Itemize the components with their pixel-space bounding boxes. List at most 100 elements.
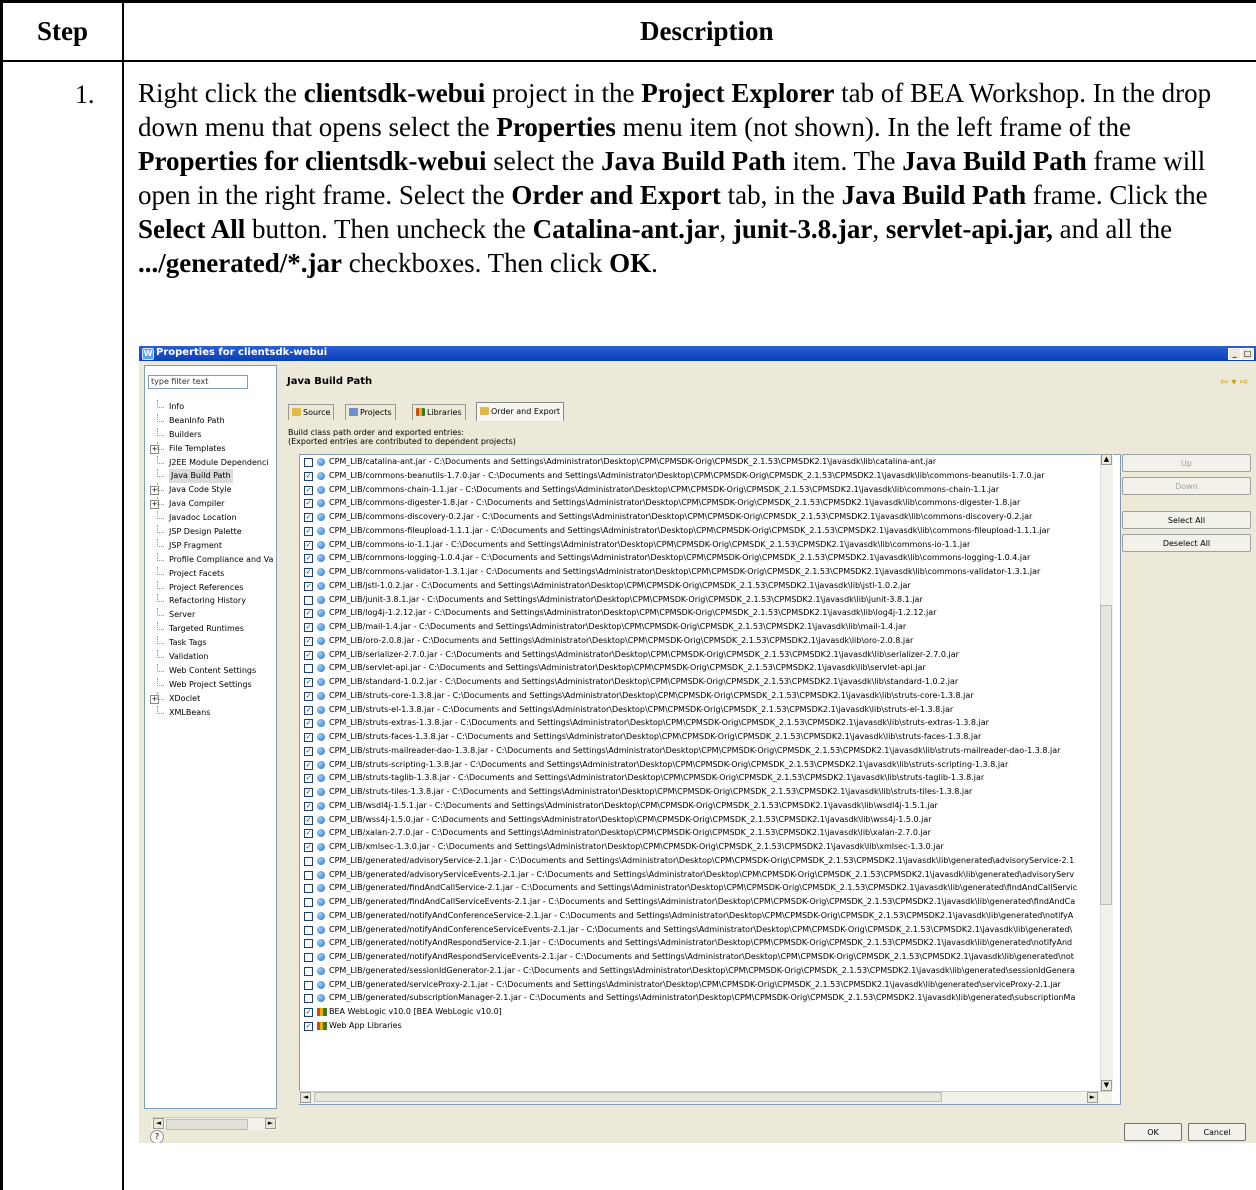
classpath-entry[interactable]: ✓ CPM_LIB/struts-mailreader-dao-1.3.8.jar… (300, 744, 1120, 758)
classpath-entry[interactable]: ✓ Web App Libraries (300, 1019, 1120, 1033)
scroll-right-arrow-icon[interactable]: ► (265, 1118, 276, 1129)
unchecked-checkbox[interactable] (304, 458, 313, 467)
tab-projects[interactable]: Projects (345, 404, 396, 420)
classpath-entry[interactable]: ✓ CPM_LIB/struts-tiles-1.3.8.jar - C:\Doc… (300, 785, 1120, 799)
select-all-button[interactable]: Select All (1122, 511, 1251, 529)
tree-item[interactable]: JSP Fragment (149, 538, 274, 553)
category-hscrollbar[interactable]: ◄ ► (151, 1117, 279, 1130)
checked-checkbox[interactable]: ✓ (304, 801, 313, 811)
classpath-entry[interactable]: ✓ CPM_LIB/commons-io-1.1.jar - C:\Documen… (300, 538, 1120, 552)
classpath-entry[interactable]: ✓ CPM_LIB/struts-taglib-1.3.8.jar - C:\Do… (300, 771, 1120, 785)
scroll-thumb[interactable] (166, 1119, 248, 1130)
tree-item[interactable]: + File Templates (149, 441, 274, 456)
classpath-entry[interactable]: CPM_LIB/generated/findAndCallService-2.1… (300, 881, 1120, 895)
tree-item[interactable]: Project Facets (149, 566, 274, 581)
unchecked-checkbox[interactable] (304, 870, 313, 880)
tree-item[interactable]: Server (149, 608, 274, 622)
classpath-entry[interactable]: CPM_LIB/generated/notifyAndConferenceSer… (300, 923, 1120, 937)
classpath-entry[interactable]: ✓ CPM_LIB/struts-core-1.3.8.jar - C:\Docu… (300, 689, 1120, 703)
checked-checkbox[interactable]: ✓ (304, 499, 313, 509)
tab-order-and-export[interactable]: Order and Export (476, 402, 565, 421)
tree-item[interactable]: JSP Design Palette (149, 525, 274, 539)
cancel-button[interactable]: Cancel (1188, 1123, 1246, 1141)
filter-input[interactable]: type filter text (148, 375, 248, 389)
tree-item[interactable]: Validation (149, 650, 274, 664)
back-forward-icon[interactable]: ⇦ ▾ ⇨ (1220, 377, 1248, 388)
dialog-titlebar[interactable]: W Properties for clientsdk-webui _ □ (139, 346, 1256, 361)
deselect-all-button[interactable]: Deselect All (1122, 534, 1251, 552)
unchecked-checkbox[interactable] (304, 953, 313, 962)
checked-checkbox[interactable]: ✓ (304, 746, 313, 756)
unchecked-checkbox[interactable] (304, 884, 313, 894)
unchecked-checkbox[interactable] (304, 856, 313, 866)
checked-checkbox[interactable]: ✓ (304, 540, 313, 550)
unchecked-checkbox[interactable] (304, 939, 313, 949)
classpath-entry[interactable]: CPM_LIB/generated/notifyAndConferenceSer… (300, 909, 1120, 923)
checked-checkbox[interactable]: ✓ (304, 568, 313, 577)
tree-item[interactable]: Targeted Runtimes (149, 622, 274, 636)
checked-checkbox[interactable]: ✓ (304, 719, 313, 729)
classpath-entry[interactable]: CPM_LIB/generated/subscriptionManager-2.… (300, 991, 1120, 1005)
checked-checkbox[interactable]: ✓ (304, 513, 313, 522)
checked-checkbox[interactable]: ✓ (304, 843, 313, 852)
classpath-entry[interactable]: CPM_LIB/generated/notifyAndRespondServic… (300, 950, 1120, 964)
classpath-entry[interactable]: ✓ CPM_LIB/wsdl4j-1.5.1.jar - C:\Documents… (300, 799, 1120, 813)
checked-checkbox[interactable]: ✓ (304, 829, 313, 839)
checked-checkbox[interactable]: ✓ (304, 471, 313, 481)
minimize-icon[interactable]: _ (1228, 348, 1241, 360)
classpath-entry[interactable]: ✓ CPM_LIB/oro-2.0.8.jar - C:\Documents an… (300, 634, 1120, 648)
tree-item[interactable]: BeanInfo Path (149, 413, 274, 428)
classpath-entry[interactable]: ✓ CPM_LIB/commons-discovery-0.2.jar - C:\… (300, 510, 1120, 524)
classpath-entry[interactable]: CPM_LIB/catalina-ant.jar - C:\Documents … (300, 455, 1120, 469)
tree-item[interactable]: Profile Compliance and Va (149, 552, 274, 567)
unchecked-checkbox[interactable] (304, 911, 313, 921)
tree-item[interactable]: Info (149, 400, 274, 414)
tree-item[interactable]: Web Project Settings (149, 677, 274, 692)
classpath-entry[interactable]: ✓ CPM_LIB/struts-scripting-1.3.8.jar - C:… (300, 758, 1120, 772)
classpath-entry[interactable]: ✓ CPM_LIB/jstl-1.0.2.jar - C:\Documents a… (300, 579, 1120, 593)
checked-checkbox[interactable]: ✓ (304, 691, 313, 701)
scroll-right-arrow-icon[interactable]: ► (1087, 1092, 1098, 1103)
unchecked-checkbox[interactable] (304, 925, 313, 935)
classpath-entry[interactable]: ✓ CPM_LIB/log4j-1.2.12.jar - C:\Documents… (300, 606, 1120, 620)
maximize-icon[interactable]: □ (1241, 348, 1254, 360)
classpath-entry[interactable]: CPM_LIB/generated/sessionIdGenerator-2.1… (300, 964, 1120, 978)
classpath-entry[interactable]: ✓ CPM_LIB/wss4j-1.5.0.jar - C:\Documents … (300, 813, 1120, 827)
unchecked-checkbox[interactable] (304, 994, 313, 1004)
checked-checkbox[interactable]: ✓ (304, 609, 313, 619)
tree-item[interactable]: Web Content Settings (149, 663, 274, 678)
classpath-entry[interactable]: ✓ CPM_LIB/commons-validator-1.3.1.jar - C… (300, 565, 1120, 579)
classpath-entry[interactable]: CPM_LIB/generated/findAndCallServiceEven… (300, 895, 1120, 909)
classpath-entry[interactable]: ✓ CPM_LIB/commons-digester-1.8.jar - C:\D… (300, 496, 1120, 510)
vertical-scroll-thumb[interactable] (1100, 605, 1112, 905)
checked-checkbox[interactable]: ✓ (304, 1008, 313, 1017)
classpath-entry[interactable]: CPM_LIB/generated/advisoryServiceEvents-… (300, 868, 1120, 882)
classpath-entry[interactable]: ✓ CPM_LIB/commons-beanutils-1.7.0.jar - C… (300, 469, 1120, 483)
checked-checkbox[interactable]: ✓ (304, 526, 313, 536)
classpath-entry[interactable]: ✓ BEA WebLogic v10.0 [BEA WebLogic v10.0] (300, 1005, 1120, 1019)
checked-checkbox[interactable]: ✓ (304, 485, 313, 495)
classpath-entry[interactable]: CPM_LIB/servlet-api.jar - C:\Documents a… (300, 661, 1120, 675)
checked-checkbox[interactable]: ✓ (304, 581, 313, 591)
checked-checkbox[interactable]: ✓ (304, 678, 313, 687)
unchecked-checkbox[interactable] (304, 664, 313, 674)
checked-checkbox[interactable]: ✓ (304, 554, 313, 564)
scroll-left-arrow-icon[interactable]: ◄ (300, 1092, 311, 1103)
classpath-entry[interactable]: ✓ CPM_LIB/standard-1.0.2.jar - C:\Documen… (300, 675, 1120, 689)
tab-libraries[interactable]: Libraries (412, 404, 466, 420)
scroll-left-arrow-icon[interactable]: ◄ (153, 1118, 164, 1129)
up-button[interactable]: Up (1122, 454, 1251, 472)
classpath-entry[interactable]: ✓ CPM_LIB/mail-1.4.jar - C:\Documents and… (300, 620, 1120, 634)
tree-item[interactable]: Task Tags (149, 636, 274, 650)
unchecked-checkbox[interactable] (304, 595, 313, 605)
unchecked-checkbox[interactable] (304, 966, 313, 976)
classpath-entry[interactable]: CPM_LIB/junit-3.8.1.jar - C:\Documents a… (300, 593, 1120, 607)
tree-item[interactable]: Builders (149, 427, 274, 442)
classpath-entry[interactable]: ✓ CPM_LIB/commons-logging-1.0.4.jar - C:\… (300, 551, 1120, 565)
checked-checkbox[interactable]: ✓ (304, 815, 313, 825)
classpath-entry[interactable]: ✓ CPM_LIB/struts-faces-1.3.8.jar - C:\Doc… (300, 730, 1120, 744)
down-button[interactable]: Down (1122, 477, 1251, 495)
checked-checkbox[interactable]: ✓ (304, 636, 313, 646)
scroll-down-arrow-icon[interactable]: ▼ (1101, 1080, 1112, 1091)
unchecked-checkbox[interactable] (304, 980, 313, 990)
